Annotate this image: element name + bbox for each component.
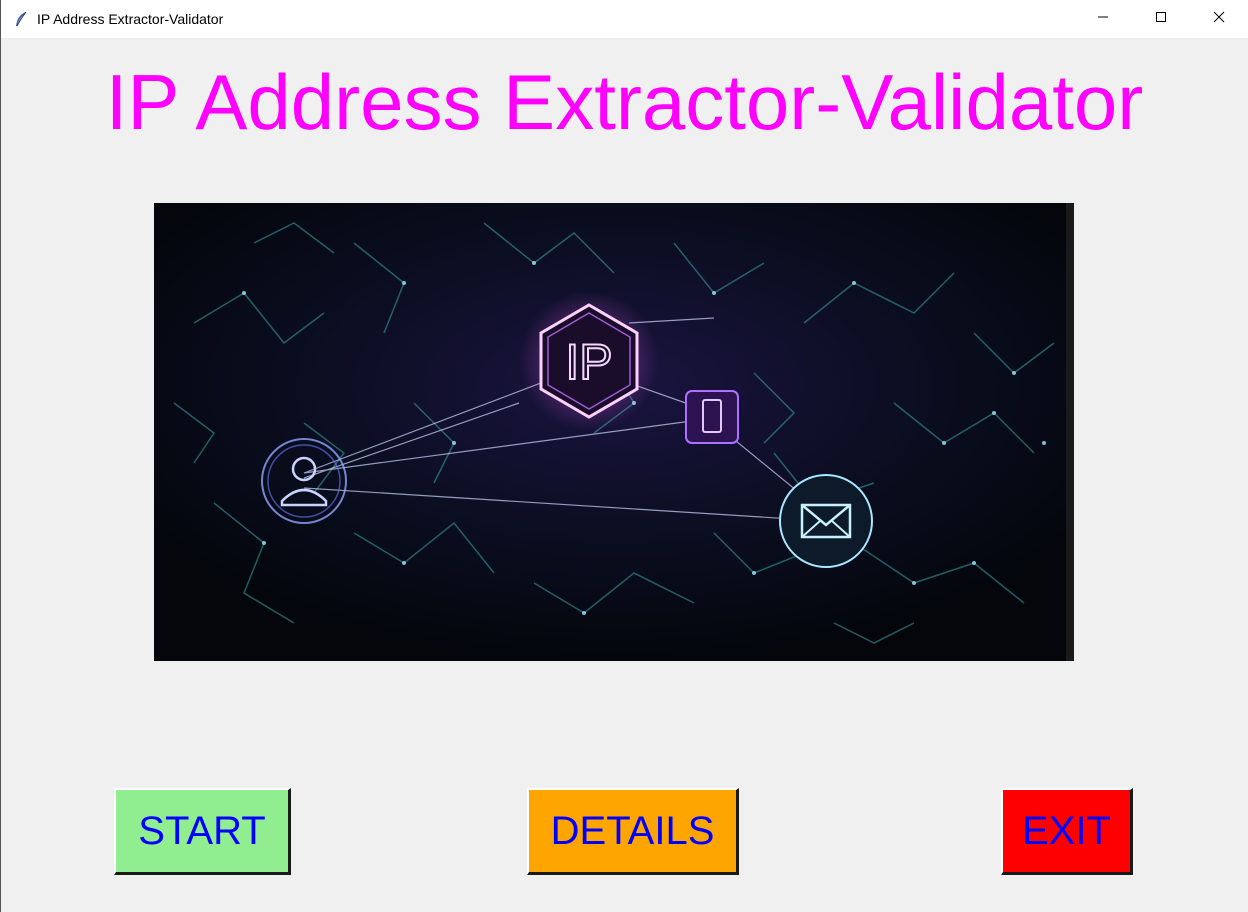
minimize-button[interactable] [1074, 0, 1132, 38]
mobile-icon [685, 390, 739, 444]
ip-hexagon-icon: IP [519, 291, 659, 431]
mail-icon [779, 474, 873, 568]
ip-label: IP [565, 334, 612, 390]
window-controls [1074, 0, 1248, 38]
exit-button[interactable]: EXIT [1001, 788, 1133, 875]
close-button[interactable] [1190, 0, 1248, 38]
minimize-icon [1097, 10, 1109, 28]
app-window: IP Address Extractor-Validator IP Addres… [0, 0, 1248, 912]
close-icon [1213, 10, 1225, 28]
page-title: IP Address Extractor-Validator [105, 58, 1144, 146]
feather-icon [13, 11, 29, 27]
title-bar[interactable]: IP Address Extractor-Validator [1, 0, 1248, 38]
banner-image: IP [154, 203, 1074, 661]
maximize-button[interactable] [1132, 0, 1190, 38]
details-button[interactable]: DETAILS [527, 788, 739, 875]
maximize-icon [1155, 10, 1167, 28]
window-title: IP Address Extractor-Validator [37, 11, 224, 27]
start-button[interactable]: START [114, 788, 291, 875]
